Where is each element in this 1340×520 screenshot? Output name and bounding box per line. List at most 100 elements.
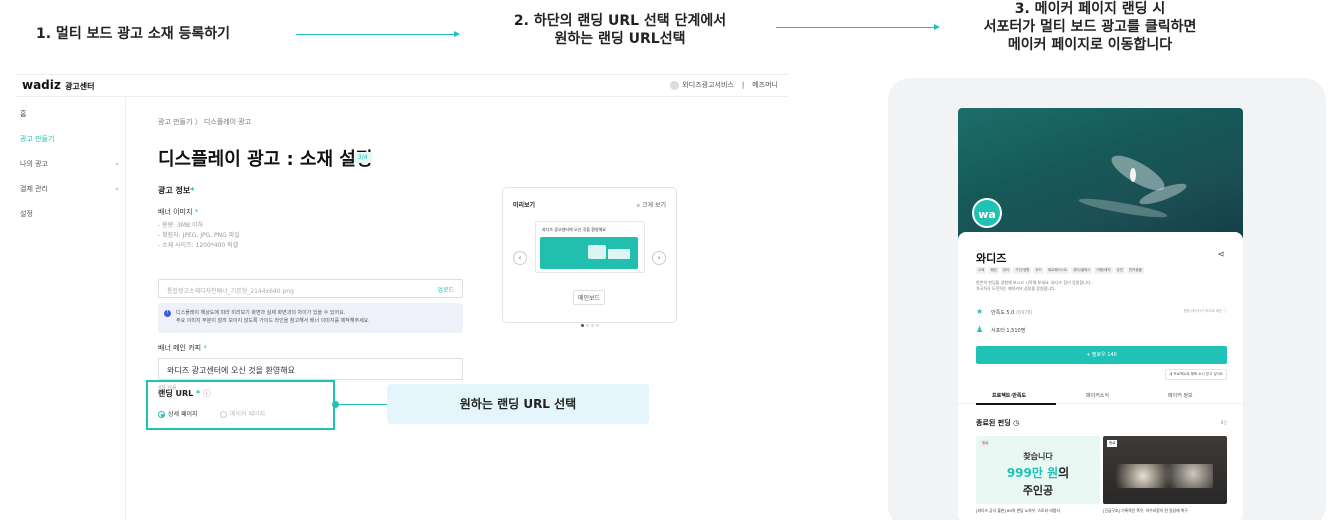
- ended-fundings-title: 종료된 펀딩 ◷: [976, 418, 1019, 428]
- tag[interactable]: 교육: [976, 267, 987, 274]
- tag[interactable]: 푸드: [1033, 267, 1044, 274]
- sidebar-item-settings[interactable]: 설정: [20, 209, 120, 219]
- step3-line1: 3. 메이커 페이지 랜딩 시: [1014, 1, 1166, 17]
- banner-image-label: 배너 이미지 *: [158, 207, 198, 217]
- wadiz-logo[interactable]: wadiz 광고센터: [22, 78, 95, 92]
- hero-image: [958, 108, 1243, 240]
- callout-connector: [335, 404, 387, 405]
- step2-line1: 2. 하단의 랜딩 URL 선택 단계에서: [513, 13, 727, 29]
- sidebar-item-billing[interactable]: 결제 관리 ⌄: [20, 184, 120, 194]
- rating-row: ★ 만족도 5.0 (6978): [976, 307, 1033, 316]
- required-mark: *: [201, 344, 207, 352]
- card1-amount-accent: 999만 원: [1006, 466, 1059, 480]
- funding-card-2-caption[interactable]: [긴급구호] 기록적인 폭우, 아수라장이 된 일상에 복구: [1103, 508, 1227, 514]
- step-arrow-1: [296, 31, 460, 37]
- funding-card-1-caption[interactable]: [와디즈 공식 출판] 60억 펀딩 노하우, 스토리 비법서: [976, 508, 1100, 514]
- funding-card-2[interactable]: 종료: [1103, 436, 1227, 504]
- banner-file-field[interactable]: 통합광고소재디자인배너_기본형_2144x640.png 업로드: [158, 279, 463, 298]
- radio-unselected-icon: [220, 411, 227, 418]
- preview-banner-image: [540, 237, 638, 269]
- account-menu[interactable]: 와디즈광고서비스: [670, 80, 734, 90]
- rating-info-link[interactable]: 평점 데이터가 보여요 확인 ⓘ: [1184, 309, 1227, 314]
- supporter-icon: ♟: [976, 325, 984, 334]
- preview-placement-label: 메인보드: [573, 290, 606, 305]
- sidebar-item-label: 결제 관리: [20, 185, 48, 193]
- required-mark: *: [192, 208, 199, 216]
- maker-info-sheet: 와디즈 ⋖ 교육 패션 뷰티 가전/생활 푸드 제로웨이스트 취미/클래스 여행…: [958, 232, 1243, 520]
- tab-info[interactable]: 메이커 정보: [1168, 392, 1193, 399]
- help-icon[interactable]: ⓘ: [200, 389, 211, 398]
- callout-box: 원하는 랜딩 URL 선택: [387, 384, 649, 424]
- tab-news[interactable]: 메이커소식: [1086, 392, 1109, 399]
- star-icon: ★: [976, 307, 984, 316]
- card1-amount-tail: 의: [1058, 466, 1070, 480]
- funding-card-1[interactable]: 종료 찾습니다 999만 원의 주인공: [976, 436, 1100, 504]
- banner-illustration-card: [608, 249, 630, 259]
- tab-projects[interactable]: 프로젝트·만족도: [992, 392, 1026, 399]
- chevron-right-icon[interactable]: ›: [652, 251, 666, 265]
- desc-line2: 차곡차곡 도전하는 메이커의 성장을 응원합니다.: [976, 286, 1056, 291]
- required-mark: *: [190, 186, 195, 195]
- radio-selected-icon: [158, 411, 165, 418]
- ended-fundings-title-text: 종료된 펀딩: [976, 419, 1011, 427]
- preview-zoom-button[interactable]: ⌕ 크게 보기: [637, 200, 666, 210]
- tag[interactable]: 반려동물: [1127, 267, 1144, 274]
- step3-line2: 서포터가 멀티 보드 광고를 클릭하면: [983, 19, 1197, 35]
- preview-title: 미리보기: [513, 202, 536, 209]
- tag[interactable]: 뷰티: [1000, 267, 1012, 274]
- breadcrumb[interactable]: 광고 만들기 〉 디스플레이 광고: [158, 117, 251, 127]
- tag[interactable]: 가전/생활: [1013, 267, 1032, 274]
- maker-description: 한번씩 펀딩을 경험해 보시고 시작해 보세요. 와디즈 팀이 응원합니다. 차…: [976, 280, 1176, 292]
- tutorial-canvas: 1. 멀티 보드 광고 소재 등록하기 2. 하단의 랜딩 URL 선택 단계에…: [0, 0, 1340, 520]
- sidebar-item-my-ads[interactable]: 나의 광고 ⌄: [20, 159, 120, 169]
- logo-word: wadiz: [22, 78, 61, 92]
- copy-label-text: 배너 메인 카피: [158, 344, 202, 352]
- clock-icon: ◷: [1013, 419, 1020, 427]
- carousel-dot[interactable]: [596, 324, 599, 327]
- sidebar-item-home[interactable]: 홈: [20, 109, 120, 119]
- supporters-row: ♟ 서포터 1,510명: [976, 325, 1025, 334]
- radio-detail-page[interactable]: 상세 페이지: [158, 409, 198, 418]
- info-icon: !: [164, 310, 171, 317]
- step-badge: 3/4: [354, 152, 372, 163]
- app-header: wadiz 광고센터 와디즈광고서비스 | 메즈머니: [16, 75, 788, 97]
- carousel-dot[interactable]: [591, 324, 594, 327]
- card1-tail: 주인공: [1022, 484, 1054, 497]
- carousel-dot[interactable]: [581, 324, 584, 327]
- tag[interactable]: 여행/레저: [1094, 267, 1113, 274]
- maker-logo[interactable]: wa: [972, 198, 1002, 228]
- tag[interactable]: 패션: [988, 267, 999, 274]
- banner-hint-3: - 소재 사이즈: 1200*400 픽셀: [158, 242, 239, 249]
- file-name: 통합광고소재디자인배너_기본형_2144x640.png: [167, 288, 294, 295]
- banner-hint-1: - 용량: 3MB 이하: [158, 222, 204, 229]
- tag[interactable]: 제로웨이스트: [1045, 267, 1070, 274]
- preview-card: 미리보기 ⌕ 크게 보기 와디즈 광고센터에 오신 것을 환영해요 ‹ › 메인…: [502, 187, 677, 327]
- landing-url-label-text: 랜딩 URL: [158, 389, 194, 398]
- rating-count: (6978): [1015, 310, 1033, 316]
- carousel-dots: [581, 312, 601, 331]
- wallet-link[interactable]: 메즈머니: [752, 80, 778, 90]
- logo-sub: 광고센터: [65, 82, 95, 91]
- follow-button[interactable]: + 팔로우 140: [976, 346, 1227, 364]
- carousel-dot[interactable]: [586, 324, 589, 327]
- copy-label: 배너 메인 카피 *: [158, 343, 207, 353]
- sidebar-item-create-ad[interactable]: 광고 만들기: [20, 134, 120, 144]
- main-copy-input[interactable]: 와디즈 광고센터에 오신 것을 환영해요: [158, 358, 463, 380]
- ended-count[interactable]: 8건: [1221, 420, 1227, 426]
- banner-hint-2: - 확장자: JPEG, JPG, PNG 파일: [158, 232, 240, 239]
- upload-button[interactable]: 업로드: [437, 285, 454, 294]
- chevron-down-icon: ⌄: [114, 159, 120, 167]
- account-avatar: [670, 80, 680, 90]
- notify-button[interactable]: 새 프로젝트와 혜택 소식 받고 싶어요: [1165, 369, 1227, 380]
- step3-caption: 3. 메이커 페이지 랜딩 시 서포터가 멀티 보드 광고를 클릭하면 메이커 …: [920, 0, 1260, 54]
- banner-illustration: [588, 245, 606, 259]
- radio-maker-page[interactable]: 메이커 페이지: [220, 409, 265, 418]
- share-icon[interactable]: ⋖: [1217, 250, 1225, 260]
- banner-image-label-text: 배너 이미지: [158, 208, 193, 216]
- radio-label: 상세 페이지: [168, 411, 198, 418]
- chevron-left-icon[interactable]: ‹: [513, 251, 527, 265]
- header-sep: |: [741, 81, 745, 89]
- notice-line1: 디스플레이 해상도에 따라 미리보기 화면과 실제 화면과의 차이가 있을 수 …: [176, 310, 346, 316]
- tag[interactable]: 취미/클래스: [1071, 267, 1093, 274]
- tag[interactable]: 공연: [1114, 267, 1125, 274]
